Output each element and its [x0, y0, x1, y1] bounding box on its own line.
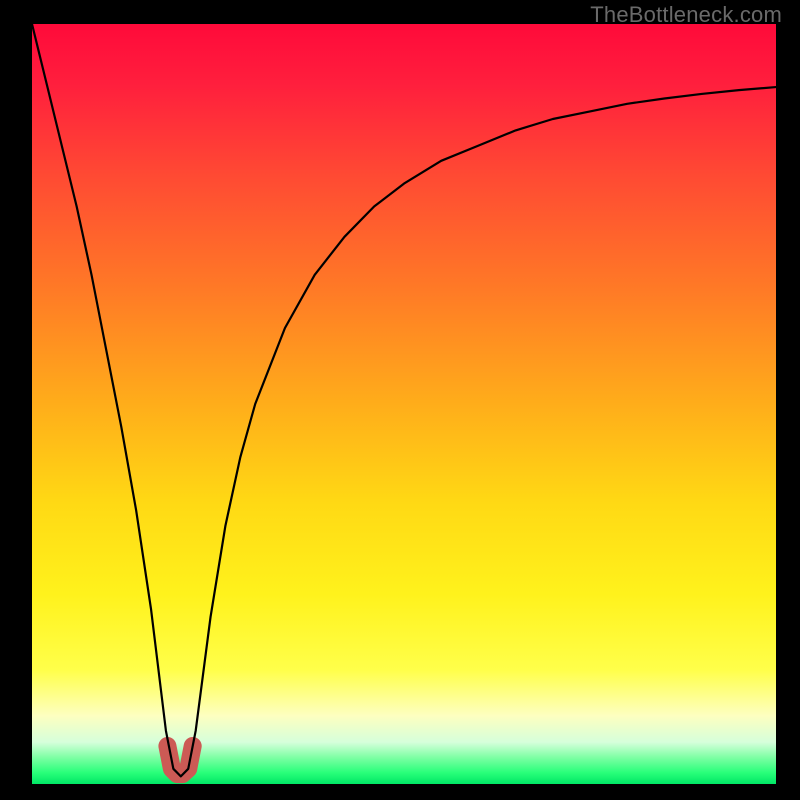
gradient-background	[32, 24, 776, 784]
chart-svg	[32, 24, 776, 784]
watermark-text: TheBottleneck.com	[590, 2, 782, 28]
plot-area	[32, 24, 776, 784]
chart-frame: TheBottleneck.com	[0, 0, 800, 800]
